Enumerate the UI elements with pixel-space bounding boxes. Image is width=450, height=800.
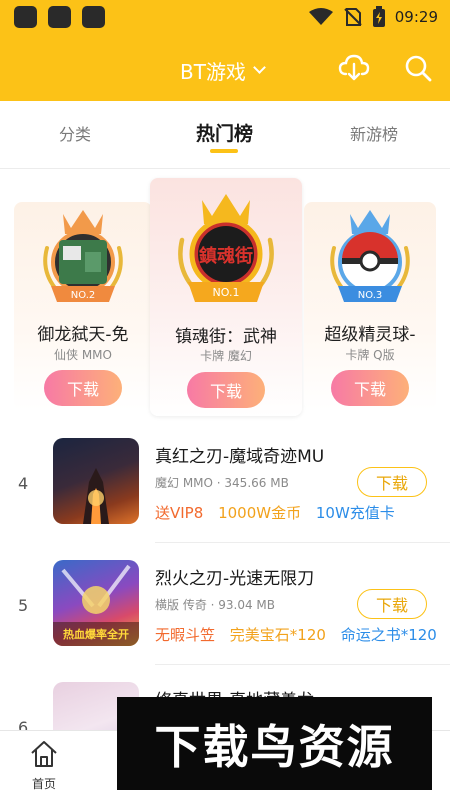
- game-meta: 魔幻 MMO · 345.66 MB: [155, 476, 289, 490]
- cloud-download-icon[interactable]: [338, 52, 370, 82]
- perk-tag: 1000W金币: [218, 504, 302, 522]
- ranking-tabs: 分类 热门榜 新游榜: [0, 101, 450, 169]
- game-title: 真红之刃-魔域奇迹MU: [155, 447, 325, 467]
- wifi-icon: [309, 8, 333, 25]
- podium-card-2[interactable]: NO.2 御龙弑天-免 仙侠 MMO 下载: [14, 202, 152, 410]
- rank-2-badge-icon: NO.2: [43, 210, 123, 302]
- notification-icon: [48, 6, 71, 28]
- download-button[interactable]: 下载: [44, 370, 122, 406]
- category-dropdown[interactable]: BT游戏: [180, 56, 266, 85]
- top-three-podium: NO.2 御龙弑天-免 仙侠 MMO 下载 鎮魂街 NO.1 镇魂街：武神 卡牌…: [0, 170, 450, 416]
- game-icon: [53, 438, 139, 524]
- header-title: BT游戏: [180, 60, 246, 84]
- game-name: 镇魂街：武神: [175, 327, 277, 347]
- badge-label: NO.1: [213, 286, 240, 299]
- game-tags: 仙侠 MMO: [54, 348, 112, 362]
- status-bar: 09:29: [0, 0, 450, 34]
- tab-new-ranking[interactable]: 新游榜: [350, 121, 398, 145]
- nav-home-label: 首页: [31, 777, 56, 791]
- game-name: 御龙弑天-免: [37, 325, 129, 345]
- perk-tag: 10W充值卡: [315, 504, 395, 522]
- perk-tag: 完美宝石*120: [229, 626, 326, 644]
- tab-hot-ranking[interactable]: 热门榜: [196, 119, 253, 146]
- podium-card-1[interactable]: 鎮魂街 NO.1 镇魂街：武神 卡牌 魔幻 下载: [150, 178, 302, 416]
- notification-icon: [82, 6, 105, 28]
- search-icon[interactable]: [404, 54, 432, 82]
- rank-3-badge-icon: NO.3: [330, 210, 410, 302]
- header: BT游戏: [0, 38, 450, 100]
- tab-category[interactable]: 分类: [59, 121, 91, 145]
- watermark-banner: 下载鸟资源: [117, 697, 432, 790]
- download-button[interactable]: 下载: [187, 372, 265, 408]
- no-sim-icon: [344, 8, 362, 26]
- download-button[interactable]: 下载: [357, 589, 427, 619]
- rank-number: 5: [18, 596, 29, 615]
- rank-number: 4: [18, 474, 29, 493]
- chevron-down-icon: [253, 61, 266, 74]
- perk-tag: 送VIP8: [155, 504, 204, 522]
- list-item[interactable]: 4 真红之刃-魔域奇迹MU 魔幻 MMO · 345.66 MB 送VIP8 1…: [0, 420, 450, 542]
- game-tags: 卡牌 魔幻: [200, 349, 252, 363]
- download-button[interactable]: 下载: [357, 467, 427, 497]
- rank-1-badge-icon: 鎮魂街 NO.1: [178, 194, 274, 302]
- home-icon: [31, 741, 57, 767]
- game-name: 超级精灵球-: [324, 325, 416, 345]
- download-button[interactable]: 下载: [331, 370, 409, 406]
- active-tab-indicator: [210, 149, 238, 153]
- badge-label: NO.3: [358, 290, 383, 301]
- watermark-text: 下载鸟资源: [154, 719, 395, 774]
- list-item[interactable]: 5 热血爆率全开 烈火之刃-光速无限刀 横版 传奇 · 93.04 MB 无暇斗…: [0, 542, 450, 664]
- badge-label: NO.2: [71, 290, 96, 301]
- status-time: 09:29: [394, 8, 438, 26]
- battery-charging-icon: [373, 6, 385, 27]
- perk-tag: 无暇斗笠: [155, 626, 216, 644]
- game-tags: 卡牌 Q版: [345, 348, 395, 362]
- top-bar: 09:29 BT游戏: [0, 0, 450, 101]
- game-icon-text: 热血爆率全开: [63, 627, 129, 641]
- nav-home[interactable]: 首页: [22, 739, 66, 792]
- perk-tag: 命运之书*120: [340, 626, 437, 644]
- game-logo-text: 鎮魂街: [199, 245, 253, 267]
- game-perks: 无暇斗笠 完美宝石*120 命运之书*120: [155, 624, 447, 645]
- game-perks: 送VIP8 1000W金币 10W充值卡: [155, 502, 405, 523]
- notification-icon: [14, 6, 37, 28]
- game-meta: 横版 传奇 · 93.04 MB: [155, 598, 276, 612]
- game-icon: 热血爆率全开: [53, 560, 139, 646]
- game-title: 烈火之刃-光速无限刀: [155, 569, 315, 589]
- rank-number: 6: [18, 718, 29, 730]
- podium-card-3[interactable]: NO.3 超级精灵球- 卡牌 Q版 下载: [304, 202, 436, 410]
